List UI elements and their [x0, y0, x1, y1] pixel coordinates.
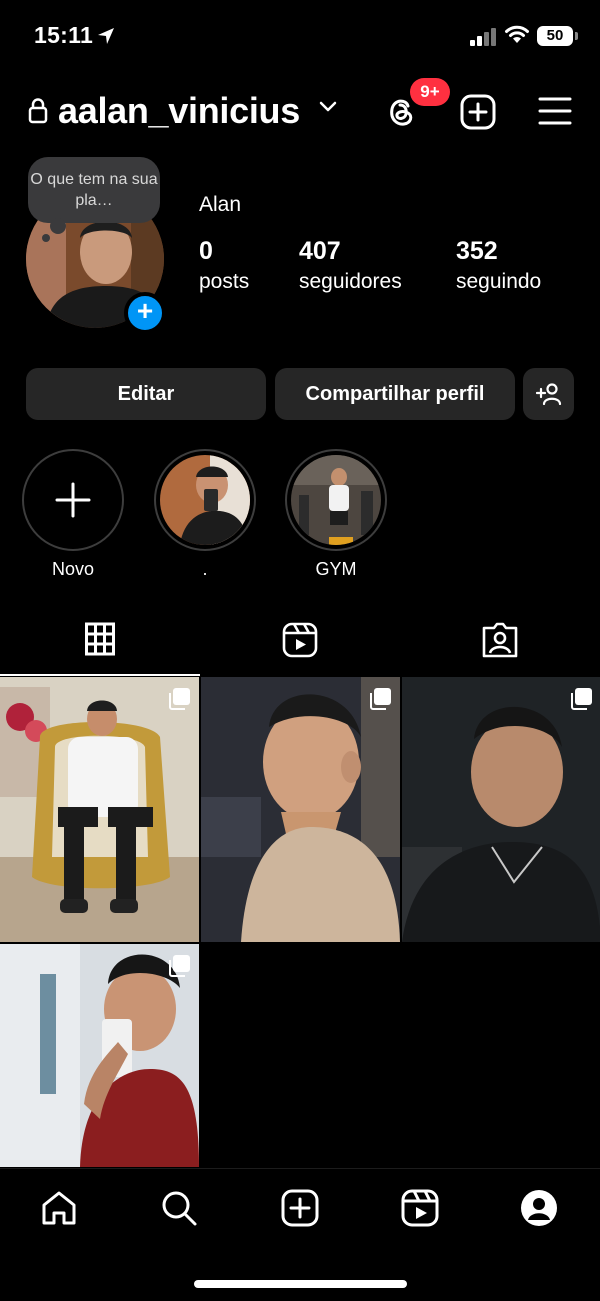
highlight-cover: [291, 455, 381, 545]
carousel-icon: [571, 688, 592, 710]
create-icon[interactable]: [281, 1189, 319, 1227]
profile-icon[interactable]: [520, 1189, 558, 1227]
stat-followers-label: seguidores: [299, 270, 402, 293]
chevron-down-icon[interactable]: [318, 100, 338, 114]
stat-posts-count: 0: [199, 237, 213, 265]
highlight-ring: [285, 449, 387, 551]
share-profile-button[interactable]: Compartilhar perfil: [275, 368, 515, 420]
wifi-icon: [505, 25, 529, 43]
highlight-label: Novo: [51, 559, 95, 579]
post-thumbnail[interactable]: [0, 677, 199, 942]
location-arrow-icon: [98, 28, 114, 44]
home-indicator[interactable]: [194, 1280, 407, 1288]
highlight-item[interactable]: .: [154, 449, 256, 580]
stat-posts: 0 posts: [199, 237, 249, 294]
carousel-icon: [169, 688, 190, 710]
note-bubble-tail: [50, 218, 66, 234]
cellular-signal-icon: [470, 28, 496, 46]
username-switcher[interactable]: aalan_vinicius: [58, 90, 300, 132]
post-thumbnail[interactable]: [201, 677, 400, 942]
note-bubble[interactable]: O que tem na sua pla…: [28, 157, 160, 223]
discover-people-button[interactable]: [523, 368, 574, 420]
highlight-cover: [160, 455, 250, 545]
stat-posts-label: posts: [199, 270, 250, 293]
notification-badge: 9+: [410, 78, 450, 106]
stat-following-count: 352: [456, 237, 498, 265]
reels-icon[interactable]: [401, 1189, 439, 1227]
stat-followers-count: 407: [299, 237, 341, 265]
search-icon[interactable]: [160, 1189, 198, 1227]
add-story-button[interactable]: +: [124, 292, 166, 334]
post-thumbnail[interactable]: [402, 677, 600, 942]
profile-header: aalan_vinicius 9+: [0, 78, 600, 142]
active-tab-indicator: [0, 674, 200, 676]
highlight-label: GYM: [315, 559, 357, 579]
highlight-new[interactable]: Novo: [22, 449, 124, 580]
status-time: 15:11: [34, 22, 94, 48]
carousel-icon: [370, 688, 391, 710]
create-icon[interactable]: [460, 94, 496, 130]
reels-icon[interactable]: [282, 620, 318, 658]
stat-followers[interactable]: 407 seguidores: [299, 237, 402, 294]
highlight-gym[interactable]: GYM: [285, 449, 387, 580]
lock-icon: [28, 98, 48, 124]
edit-profile-button[interactable]: Editar: [26, 368, 266, 420]
highlight-label: .: [202, 559, 208, 579]
grid-icon[interactable]: [85, 620, 115, 656]
highlight-ring: [154, 449, 256, 551]
home-icon[interactable]: [40, 1189, 78, 1227]
add-person-icon: [535, 383, 561, 405]
battery-tip: [575, 32, 578, 40]
menu-icon[interactable]: [538, 96, 572, 126]
battery-indicator: 50: [537, 26, 573, 46]
stat-following-label: seguindo: [456, 270, 542, 293]
stat-following[interactable]: 352 seguindo: [456, 237, 541, 294]
tagged-icon[interactable]: [482, 620, 518, 658]
note-bubble-tail-small: [42, 234, 50, 242]
status-bar: 15:11 50: [0, 0, 600, 72]
highlight-ring: [22, 449, 124, 551]
carousel-icon: [169, 955, 190, 977]
plus-icon: [55, 482, 91, 518]
profile-full-name: Alan: [199, 193, 242, 216]
